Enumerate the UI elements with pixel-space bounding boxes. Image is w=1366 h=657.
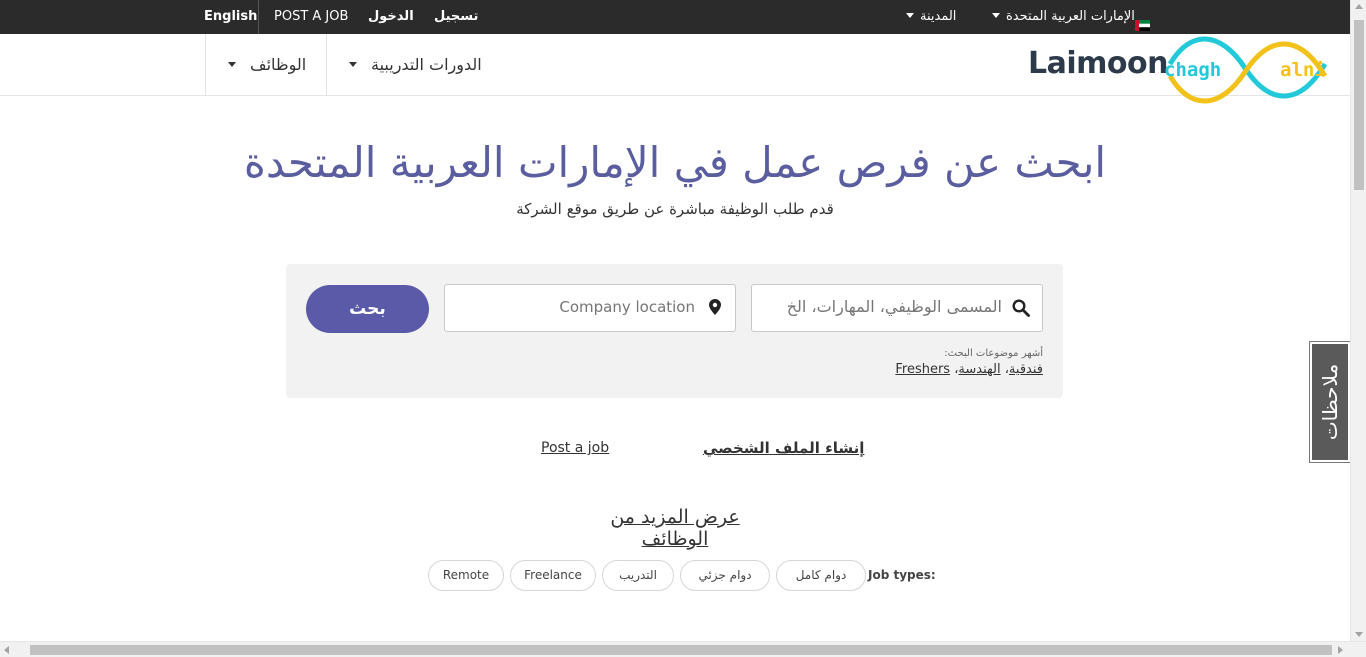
popular-search-link[interactable]: Freshers [895, 362, 950, 377]
chevron-down-icon [349, 62, 357, 67]
job-types-label: Job types: [868, 568, 936, 582]
chevron-down-icon [228, 62, 236, 67]
register-link[interactable]: تسجيل [434, 0, 478, 34]
country-dropdown[interactable]: الإمارات العربية المتحدة [992, 0, 1135, 34]
location-placeholder: Company location [559, 298, 695, 316]
top-bar: English POST A JOB الدخول تسجيل المدينة … [0, 0, 1366, 34]
chaghalni-watermark-logo: chagh alni [1160, 30, 1335, 110]
divider [326, 34, 327, 96]
scrollbar-thumb[interactable] [30, 645, 1332, 655]
keyword-placeholder: المسمى الوظيفي، المهارات، الخ [786, 297, 1002, 316]
vertical-scrollbar[interactable] [1350, 0, 1366, 641]
popular-search-link[interactable]: الهندسة [958, 362, 1000, 377]
login-link[interactable]: الدخول [368, 0, 414, 34]
main-navbar: الوظائف الدورات التدريبية Laimoon [0, 34, 1350, 96]
city-dropdown[interactable]: المدينة [906, 0, 956, 34]
nav-courses-label: الدورات التدريبية [371, 55, 482, 74]
svg-text:chagh: chagh [1164, 59, 1221, 81]
uae-flag-icon [1135, 11, 1150, 31]
chevron-down-icon [992, 13, 1000, 18]
search-icon [1012, 299, 1030, 321]
divider [205, 34, 206, 96]
popular-search-link[interactable]: فندقية [1009, 362, 1043, 377]
page-subtitle: قدم طلب الوظيفة مباشرة عن طريق موقع الشر… [516, 200, 834, 218]
scroll-right-icon[interactable] [1338, 646, 1343, 654]
search-panel: بحث Company location المسمى الوظيفي، الم… [286, 264, 1063, 398]
job-type-chip[interactable]: التدريب [602, 560, 674, 591]
scroll-left-icon[interactable] [4, 646, 9, 654]
nav-jobs-dropdown[interactable]: الوظائف [228, 34, 306, 96]
language-switch-english[interactable]: English [204, 0, 257, 34]
job-type-chip[interactable]: دوام جزئي [680, 560, 770, 591]
chevron-down-icon [906, 13, 914, 18]
job-type-chip[interactable]: دوام كامل [776, 560, 866, 591]
location-input[interactable]: Company location [444, 284, 736, 332]
scroll-up-icon[interactable] [1355, 4, 1363, 9]
job-type-chip[interactable]: Freelance [510, 560, 596, 591]
popular-searches: فندقية، الهندسة، Freshers [895, 362, 1043, 377]
laimoon-logo[interactable]: Laimoon [1028, 46, 1168, 81]
view-more-jobs-link[interactable]: عرض المزيد من الوظائف [600, 506, 750, 550]
nav-jobs-label: الوظائف [250, 55, 307, 74]
feedback-tab[interactable]: ملاحظات [1309, 341, 1351, 463]
feedback-label: ملاحظات [1318, 363, 1342, 441]
popular-searches-label: أشهر موضوعات البحث: [944, 348, 1043, 359]
horizontal-scrollbar[interactable] [0, 641, 1366, 657]
country-label: الإمارات العربية المتحدة [1006, 9, 1135, 24]
post-a-job-link[interactable]: POST A JOB [274, 0, 348, 34]
scroll-down-icon[interactable] [1355, 632, 1363, 637]
city-label: المدينة [920, 9, 957, 24]
search-button[interactable]: بحث [306, 285, 429, 333]
job-type-chip[interactable]: Remote [428, 560, 504, 591]
page-title: ابحث عن فرص عمل في الإمارات العربية المت… [243, 138, 1107, 187]
svg-text:alni: alni [1280, 59, 1326, 81]
create-profile-link[interactable]: إنشاء الملف الشخصي [703, 439, 864, 457]
scrollbar-thumb[interactable] [1354, 20, 1364, 190]
nav-courses-dropdown[interactable]: الدورات التدريبية [349, 34, 482, 96]
job-keyword-input[interactable]: المسمى الوظيفي، المهارات، الخ [751, 284, 1043, 332]
map-pin-icon [709, 299, 721, 319]
post-job-link[interactable]: Post a job [541, 440, 609, 456]
divider [258, 0, 259, 34]
